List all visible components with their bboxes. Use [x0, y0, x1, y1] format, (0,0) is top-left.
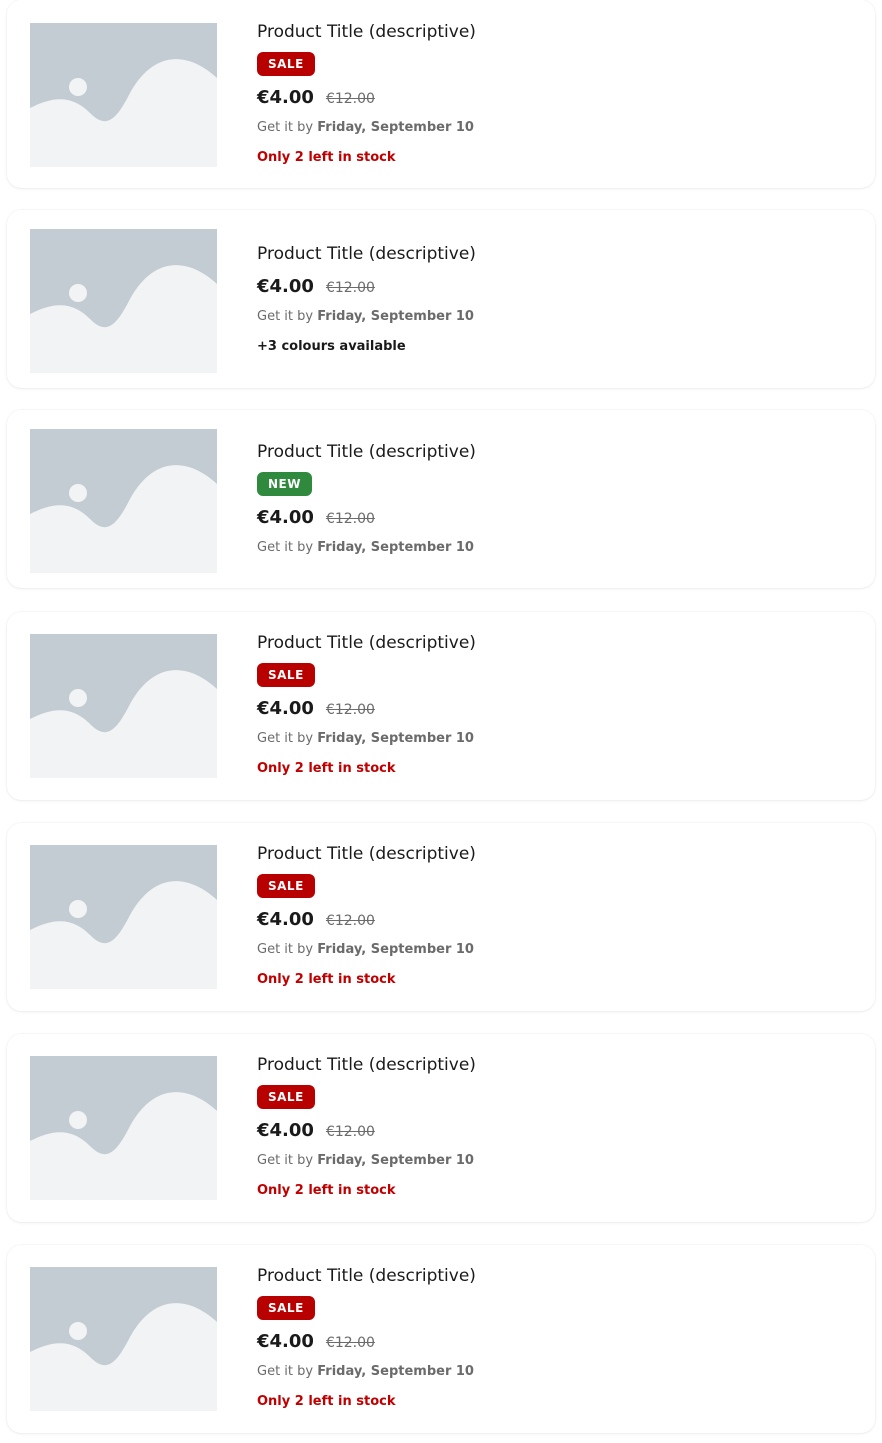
- stock-status: Only 2 left in stock: [257, 150, 396, 165]
- stock-status: Only 2 left in stock: [257, 761, 396, 776]
- product-image[interactable]: [30, 1267, 217, 1411]
- price-row: €4.00 €12.00: [257, 1119, 859, 1143]
- product-card[interactable]: Product Title (descriptive) SALE €4.00 €1…: [7, 0, 875, 188]
- price: €4.00: [257, 507, 314, 528]
- product-title[interactable]: Product Title (descriptive): [257, 843, 859, 865]
- old-price: €12.00: [325, 913, 375, 929]
- product-title[interactable]: Product Title (descriptive): [257, 1265, 859, 1287]
- image-placeholder-icon: [30, 1056, 217, 1155]
- product-image[interactable]: [30, 634, 217, 778]
- old-price: €12.00: [325, 91, 375, 107]
- old-price: €12.00: [325, 280, 375, 296]
- product-title[interactable]: Product Title (descriptive): [257, 243, 859, 265]
- product-title[interactable]: Product Title (descriptive): [257, 21, 859, 43]
- delivery-info: Get it by Friday, September 10: [257, 118, 859, 138]
- delivery-date: Friday, September 10: [317, 942, 474, 957]
- delivery-prefix: Get it by: [257, 540, 314, 555]
- delivery-info: Get it by Friday, September 10: [257, 1151, 859, 1171]
- price: €4.00: [257, 87, 314, 108]
- delivery-prefix: Get it by: [257, 731, 314, 746]
- delivery-info: Get it by Friday, September 10: [257, 307, 859, 327]
- price-row: €4.00 €12.00: [257, 506, 859, 530]
- sale-badge: SALE: [257, 1085, 315, 1109]
- delivery-date: Friday, September 10: [317, 731, 474, 746]
- product-image[interactable]: [30, 845, 217, 989]
- old-price: €12.00: [325, 1124, 375, 1140]
- product-card[interactable]: Product Title (descriptive) €4.00 €12.00 …: [7, 210, 875, 388]
- price-row: €4.00 €12.00: [257, 1330, 859, 1354]
- product-title[interactable]: Product Title (descriptive): [257, 1054, 859, 1076]
- price: €4.00: [257, 1120, 314, 1141]
- price: €4.00: [257, 276, 314, 297]
- stock-status: Only 2 left in stock: [257, 1394, 396, 1409]
- product-card[interactable]: Product Title (descriptive) SALE €4.00 €1…: [7, 1245, 875, 1433]
- sale-badge: SALE: [257, 52, 315, 76]
- delivery-date: Friday, September 10: [317, 1153, 474, 1168]
- colours-available[interactable]: +3 colours available: [257, 337, 859, 357]
- old-price: €12.00: [325, 702, 375, 718]
- delivery-date: Friday, September 10: [317, 1364, 474, 1379]
- new-badge: NEW: [257, 472, 312, 496]
- delivery-date: Friday, September 10: [317, 120, 474, 135]
- stock-status: Only 2 left in stock: [257, 972, 396, 987]
- price-row: €4.00 €12.00: [257, 908, 859, 932]
- delivery-info: Get it by Friday, September 10: [257, 940, 859, 960]
- price-row: €4.00 €12.00: [257, 697, 859, 721]
- delivery-date: Friday, September 10: [317, 309, 474, 324]
- delivery-prefix: Get it by: [257, 1153, 314, 1168]
- product-image[interactable]: [30, 229, 217, 373]
- image-placeholder-icon: [30, 634, 217, 733]
- price: €4.00: [257, 698, 314, 719]
- stock-status: Only 2 left in stock: [257, 1183, 396, 1198]
- price: €4.00: [257, 1331, 314, 1352]
- delivery-prefix: Get it by: [257, 309, 314, 324]
- sale-badge: SALE: [257, 1296, 315, 1320]
- delivery-prefix: Get it by: [257, 942, 314, 957]
- sale-badge: SALE: [257, 874, 315, 898]
- delivery-info: Get it by Friday, September 10: [257, 538, 859, 558]
- old-price: €12.00: [325, 511, 375, 527]
- image-placeholder-icon: [30, 1267, 217, 1366]
- delivery-info: Get it by Friday, September 10: [257, 729, 859, 749]
- product-title[interactable]: Product Title (descriptive): [257, 632, 859, 654]
- product-card[interactable]: Product Title (descriptive) SALE €4.00 €1…: [7, 612, 875, 800]
- price-row: €4.00 €12.00: [257, 275, 859, 299]
- delivery-prefix: Get it by: [257, 1364, 314, 1379]
- product-image[interactable]: [30, 429, 217, 573]
- product-title[interactable]: Product Title (descriptive): [257, 441, 859, 463]
- product-image[interactable]: [30, 23, 217, 167]
- product-card[interactable]: Product Title (descriptive) SALE €4.00 €1…: [7, 1034, 875, 1222]
- price: €4.00: [257, 909, 314, 930]
- delivery-date: Friday, September 10: [317, 540, 474, 555]
- image-placeholder-icon: [30, 229, 217, 328]
- delivery-info: Get it by Friday, September 10: [257, 1362, 859, 1382]
- old-price: €12.00: [325, 1335, 375, 1351]
- product-card[interactable]: Product Title (descriptive) NEW €4.00 €12…: [7, 410, 875, 588]
- image-placeholder-icon: [30, 845, 217, 944]
- product-card[interactable]: Product Title (descriptive) SALE €4.00 €1…: [7, 823, 875, 1011]
- price-row: €4.00 €12.00: [257, 86, 859, 110]
- delivery-prefix: Get it by: [257, 120, 314, 135]
- sale-badge: SALE: [257, 663, 315, 687]
- image-placeholder-icon: [30, 23, 217, 122]
- image-placeholder-icon: [30, 429, 217, 528]
- product-image[interactable]: [30, 1056, 217, 1200]
